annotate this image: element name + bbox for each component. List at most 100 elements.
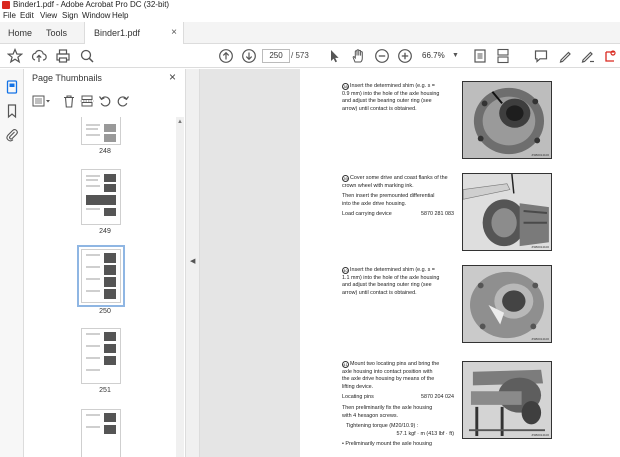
rotate-cw-icon[interactable] — [116, 94, 130, 108]
step-number: 39 — [342, 175, 349, 182]
step-text: and adjust the bearing outer ring (see — [342, 98, 432, 105]
step-40: 40 Insert the determined shim (e.g. s = 1… — [342, 267, 450, 300]
thumbnail-page[interactable] — [81, 328, 121, 384]
photo-code: ZSB0014100 — [531, 245, 549, 249]
comment-icon[interactable] — [533, 48, 549, 64]
thumbnail-page[interactable] — [81, 409, 121, 457]
thumbnail-label: 250 — [99, 308, 111, 315]
step-text: the axle drive housing by means of the — [342, 376, 435, 383]
photo-axle-housing-mount: ZSB0014100 — [462, 361, 552, 439]
panel-title: Page Thumbnails — [32, 73, 102, 83]
step-39: 39 Cover some drive and coast flanks of t… — [342, 175, 454, 219]
tab-close-icon[interactable]: × — [171, 22, 177, 44]
menu-bar: File Edit View Sign Window Help — [0, 10, 620, 22]
panel-splitter[interactable]: ◀ — [186, 69, 200, 457]
thumbnail-label: 249 — [99, 228, 111, 235]
zoom-dropdown-icon[interactable]: ▼ — [452, 49, 459, 63]
upload-icon[interactable] — [31, 48, 47, 64]
page-up-icon[interactable] — [218, 48, 234, 64]
thumbnail-page[interactable] — [77, 245, 125, 307]
step-text: and adjust the bearing outer ring (see — [342, 282, 432, 289]
thumbnail-label: 251 — [99, 387, 111, 394]
document-view[interactable]: 38 Insert the determined shim (e.g. s = 0… — [200, 69, 620, 457]
thumbnail-scrollbar[interactable]: ▲ — [176, 117, 184, 457]
zoom-out-icon[interactable] — [374, 48, 390, 64]
step-text: Mount two locating pins and bring the — [350, 361, 440, 367]
thumbnail-page[interactable] — [81, 117, 121, 145]
rotate-ccw-icon[interactable] — [98, 94, 112, 108]
step-text: lifting device. — [342, 383, 374, 390]
photo-bearing-ring: ZSB0014100 — [462, 265, 552, 343]
menu-file[interactable]: File — [3, 10, 16, 22]
hand-icon[interactable] — [350, 48, 366, 64]
zoom-in-icon[interactable] — [397, 48, 413, 64]
page-thumbnails-icon[interactable] — [4, 79, 20, 95]
step-number: 40 — [342, 267, 349, 274]
highlight-icon[interactable] — [557, 48, 573, 64]
star-icon[interactable] — [7, 48, 23, 64]
left-rail — [0, 69, 24, 457]
tab-bar: Home Tools Binder1.pdf × — [0, 22, 620, 45]
tab-home[interactable]: Home — [8, 22, 32, 44]
step-text: arrow) until contact is obtained. — [342, 289, 417, 296]
tab-document-label: Binder1.pdf — [94, 28, 141, 38]
scroll-up-icon[interactable]: ▲ — [177, 119, 183, 125]
panel-close-icon[interactable]: × — [169, 70, 176, 84]
thumbnail-list[interactable]: 248 249 250 251 — [24, 117, 186, 457]
device-value: 5870 204 024 — [421, 394, 454, 401]
menu-help[interactable]: Help — [112, 10, 128, 22]
step-text: into the axle drive housing. — [342, 200, 407, 207]
tab-document[interactable]: Binder1.pdf × — [84, 22, 184, 45]
thumbnail-page[interactable] — [81, 169, 121, 225]
step-38: 38 Insert the determined shim (e.g. s = 0… — [342, 83, 450, 116]
thumbnail-label: 248 — [99, 148, 111, 155]
step-text: 0.9 mm) into the hole of the axle housin… — [342, 90, 440, 97]
step-text: Then insert the premounted differential — [342, 193, 435, 200]
step-text: Cover some drive and coast flanks of the — [350, 175, 448, 181]
pdf-page: 38 Insert the determined shim (e.g. s = 0… — [300, 69, 620, 457]
device-value: 5870 281 083 — [421, 211, 454, 218]
step-number: 38 — [342, 83, 349, 90]
delete-page-icon[interactable] — [62, 94, 76, 108]
menu-edit[interactable]: Edit — [20, 10, 34, 22]
step-text: Then preliminarily fix the axle housing — [342, 404, 433, 411]
device-label: Load carrying device — [342, 211, 392, 218]
step-text: with 4 hexagon screws. — [342, 412, 399, 419]
page-number-input[interactable]: 250 — [262, 49, 290, 63]
page-total: / 573 — [291, 51, 309, 60]
step-number: 41 — [342, 361, 349, 368]
fit-page-icon[interactable] — [472, 48, 488, 64]
step-text: axle housing into contact position with — [342, 368, 433, 375]
zoom-level[interactable]: 66.7% — [422, 49, 456, 63]
select-cursor-icon[interactable] — [326, 48, 342, 64]
photo-differential-install: ZSB0014100 — [462, 173, 552, 251]
bookmark-icon[interactable] — [4, 103, 20, 119]
toolbar: 250 / 573 66.7% ▼ — [0, 44, 620, 68]
step-text: Insert the determined shim (e.g. s = — [350, 83, 435, 89]
torque-label: Tightening torque (M20/10.9) : — [346, 423, 419, 430]
torque-value: 57.1 kgf · m (413 lbf · ft) — [396, 430, 454, 437]
scroll-mode-icon[interactable] — [495, 48, 511, 64]
tab-tools[interactable]: Tools — [46, 22, 67, 44]
share-icon[interactable] — [602, 48, 618, 64]
step-text: arrow) until contact is obtained. — [342, 105, 417, 112]
thumbnail-panel: Page Thumbnails × 248 249 250 251 ▲ — [24, 69, 186, 457]
search-icon[interactable] — [79, 48, 95, 64]
attachment-icon[interactable] — [4, 127, 20, 143]
extract-page-icon[interactable] — [80, 94, 94, 108]
step-text: 1.1 mm) into the hole of the axle housin… — [342, 274, 440, 281]
menu-window[interactable]: Window — [82, 10, 110, 22]
step-text: Preliminarily mount the axle housing — [345, 441, 432, 448]
photo-code: ZSB0014100 — [531, 337, 549, 341]
window-title: Binder1.pdf - Adobe Acrobat Pro DC (32-b… — [13, 0, 170, 9]
menu-view[interactable]: View — [40, 10, 57, 22]
options-menu-icon[interactable] — [32, 94, 52, 108]
page-down-icon[interactable] — [241, 48, 257, 64]
sign-icon[interactable] — [580, 48, 596, 64]
photo-code: ZSB0014100 — [531, 153, 549, 157]
print-icon[interactable] — [55, 48, 71, 64]
step-text: Insert the determined shim (e.g. s = — [350, 267, 435, 273]
menu-sign[interactable]: Sign — [62, 10, 78, 22]
step-41: 41 Mount two locating pins and bring the … — [342, 361, 454, 448]
collapse-panel-icon[interactable]: ◀ — [190, 257, 195, 265]
